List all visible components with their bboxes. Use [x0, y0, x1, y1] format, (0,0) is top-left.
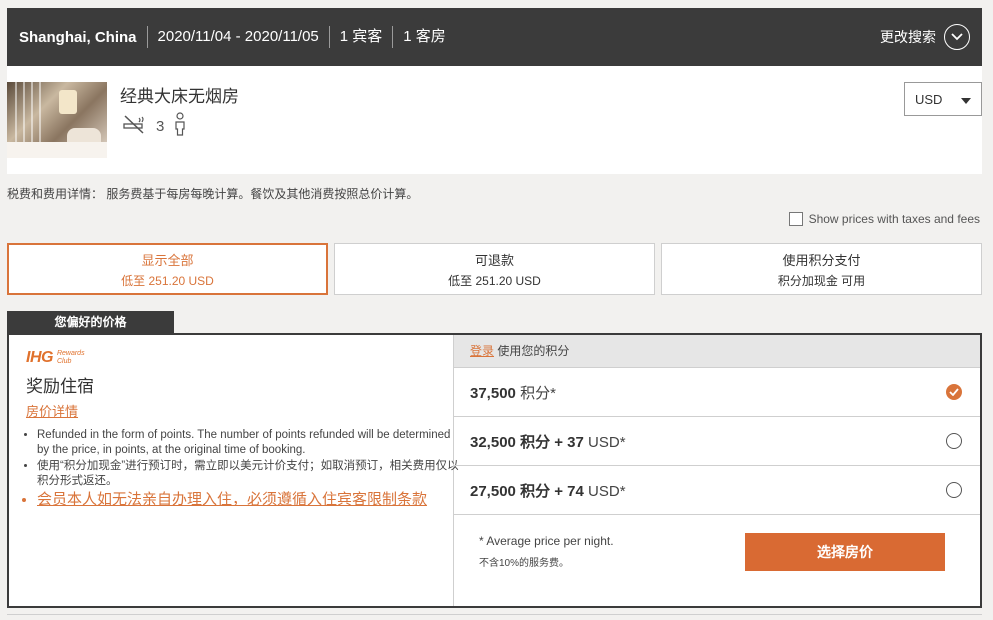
filter-pay-with-points[interactable]: 使用积分支付 积分加现金 可用: [661, 243, 982, 295]
filter-label: 可退款: [474, 252, 514, 268]
list-item: Refunded in the form of points. The numb…: [37, 428, 461, 458]
room-name: 经典大床无烟房: [120, 87, 239, 106]
show-taxes-toggle[interactable]: Show prices with taxes and fees: [788, 212, 980, 226]
check-icon[interactable]: [946, 384, 962, 400]
chevron-down-icon[interactable]: [944, 24, 970, 50]
change-search-link[interactable]: 更改搜索: [880, 27, 936, 47]
rate-panel: IHG RewardsClub 奖励住宿 房价详情 Refunded in th…: [7, 333, 982, 608]
search-guests: 1 宾客: [328, 26, 393, 48]
service-fee-note: 不含10%的服务费。: [479, 558, 570, 569]
search-city: Shanghai, China: [19, 28, 137, 46]
search-rooms: 1 客房: [392, 26, 456, 48]
ihg-rewards-logo: IHG Rewards Club: [26, 349, 85, 366]
occupancy-count: 3: [156, 117, 165, 135]
filter-sub: 低至 251.20 USD: [121, 273, 214, 288]
person-icon: [174, 112, 186, 140]
filter-refundable[interactable]: 可退款 低至 251.20 USD: [334, 243, 655, 295]
points-option-1[interactable]: 37,500 积分*: [454, 368, 980, 417]
show-taxes-checkbox[interactable]: [788, 212, 803, 226]
tax-note: 税费和费用详情： 服务费基于每房每晚计算。餐饮及其他消费按照总价计算。: [7, 187, 419, 201]
points-option-2[interactable]: 32,500 积分 + 37 USD*: [454, 417, 980, 466]
chevron-down-icon: [961, 92, 971, 107]
rate-details-link[interactable]: 房价详情: [26, 401, 78, 420]
currency-select[interactable]: USD: [904, 82, 982, 116]
filter-label: 显示全部: [141, 252, 194, 268]
filter-sub: 低至 251.20 USD: [448, 273, 541, 288]
filter-label: 使用积分支付: [782, 252, 861, 268]
rate-title: 奖励住宿: [26, 377, 94, 396]
radio-button[interactable]: [946, 482, 962, 498]
room-header: 经典大床无烟房 3 USD: [7, 66, 982, 174]
select-rate-button[interactable]: 选择房价: [745, 533, 945, 571]
radio-button[interactable]: [946, 433, 962, 449]
search-summary-bar: Shanghai, China 2020/11/04 - 2020/11/05 …: [7, 8, 982, 66]
currency-value: USD: [915, 91, 943, 107]
rate-details: IHG RewardsClub 奖励住宿 房价详情 Refunded in th…: [9, 335, 459, 606]
next-panel-edge: [7, 614, 982, 620]
show-taxes-label: Show prices with taxes and fees: [808, 212, 980, 226]
guest-restriction-link[interactable]: 会员本人如无法亲自办理入住，必须遵循入住宾客限制条款: [37, 490, 461, 509]
search-dates: 2020/11/04 - 2020/11/05: [146, 26, 329, 48]
login-text: 使用您的积分: [497, 344, 570, 358]
no-smoking-icon: [122, 114, 146, 138]
login-bar: 登录 使用您的积分: [454, 335, 980, 368]
list-item: 使用“积分加现金”进行预订时，需立即以美元计价支付；如取消预订，相关费用仅以积分…: [37, 459, 461, 489]
rate-terms-list: Refunded in the form of points. The numb…: [23, 428, 461, 510]
filter-sub: 积分加现金 可用: [777, 273, 866, 288]
login-link[interactable]: 登录: [470, 344, 494, 358]
points-option-3[interactable]: 27,500 积分 + 74 USD*: [454, 466, 980, 515]
room-features: 3: [122, 112, 186, 140]
preferred-rate-tab: 您偏好的价格: [7, 311, 174, 333]
room-photo: [7, 82, 107, 158]
average-price-note: * Average price per night.: [479, 534, 614, 548]
points-options: 登录 使用您的积分 37,500 积分* 32,500 积分 + 37 USD*…: [454, 335, 980, 606]
filter-show-all[interactable]: 显示全部 低至 251.20 USD: [7, 243, 328, 295]
